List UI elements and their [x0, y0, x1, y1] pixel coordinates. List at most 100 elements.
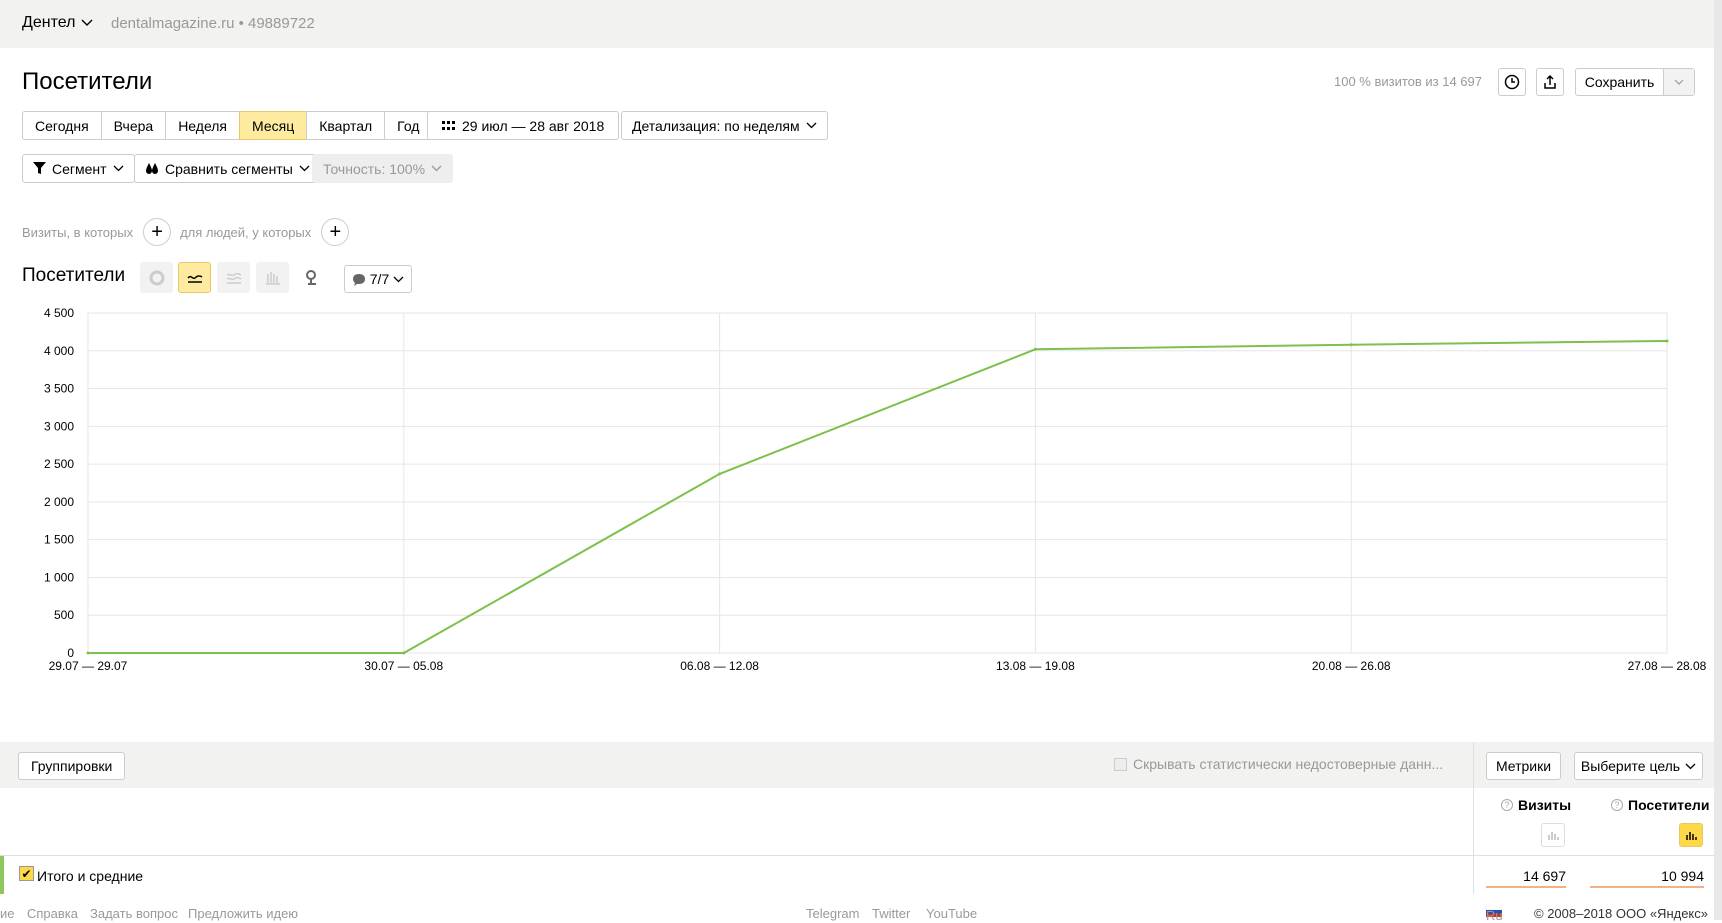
clock-icon [1504, 74, 1520, 90]
period-quarter[interactable]: Квартал [306, 111, 386, 140]
add-people-condition-button[interactable]: + [321, 218, 350, 246]
compare-segments-button[interactable]: Сравнить сегменты [134, 154, 321, 183]
visitors-chart-toggle[interactable] [1679, 823, 1703, 847]
groupings-button[interactable]: Группировки [18, 752, 126, 780]
period-week[interactable]: Неделя [165, 111, 241, 140]
date-range-picker[interactable]: 29 июл — 28 авг 2018 [427, 111, 620, 140]
page-title: Посетители [22, 68, 153, 95]
footer-link-twitter[interactable]: Twitter [872, 906, 910, 921]
map-button[interactable] [295, 262, 328, 293]
column-header-visitors[interactable]: ? Посетители [1611, 797, 1709, 813]
accuracy-label: Точность: 100% [323, 160, 426, 177]
chart-title: Посетители [22, 265, 126, 286]
save-dropdown-toggle[interactable] [1664, 69, 1694, 95]
history-button[interactable] [1498, 68, 1526, 96]
footer-link-youtube[interactable]: YouTube [926, 906, 977, 921]
y-tick-label: 4 000 [44, 344, 74, 358]
hide-unreliable-toggle[interactable]: Скрывать статистически недостоверные дан… [1114, 756, 1443, 772]
footer-link-ask[interactable]: Задать вопрос [90, 906, 178, 921]
x-tick-label: 06.08 — 12.08 [680, 659, 759, 673]
footer-link-idea[interactable]: Предложить идею [188, 906, 298, 921]
bar-chart-icon [265, 271, 280, 285]
visits-condition-label: Визиты, в которых [22, 224, 134, 240]
notes-count: 7/7 [369, 271, 390, 287]
period-yesterday[interactable]: Вчера [100, 111, 167, 140]
pie-chart-icon [149, 270, 164, 285]
visits-share-bar [1486, 886, 1566, 888]
y-tick-label: 1 500 [44, 533, 74, 547]
export-button[interactable] [1536, 68, 1564, 96]
area-chart-icon [226, 272, 241, 284]
footer-link-help[interactable]: Справка [27, 906, 78, 921]
column-visits-label: Визиты [1518, 797, 1572, 813]
language-selector[interactable]: Ru [1486, 906, 1503, 923]
line-chart-icon [186, 274, 202, 283]
top-bar: Дентел dentalmagazine.ru • 49889722 [0, 0, 1722, 48]
chevron-down-icon [1674, 79, 1684, 85]
period-year[interactable]: Год [384, 111, 433, 140]
data-point [1349, 343, 1353, 347]
accuracy-selector[interactable]: Точность: 100% [312, 154, 454, 183]
y-tick-label: 3 000 [44, 419, 74, 433]
y-tick-label: 2 000 [44, 495, 74, 509]
line-chart-button[interactable] [178, 262, 211, 293]
help-icon[interactable]: ? [1611, 799, 1623, 811]
filter-icon [33, 162, 46, 174]
bar-chart-button[interactable] [256, 262, 289, 293]
help-icon[interactable]: ? [1501, 799, 1513, 811]
site-domain: dentalmagazine.ru • 49889722 [111, 15, 315, 32]
chevron-down-icon [299, 165, 310, 172]
x-tick-label: 13.08 — 19.08 [996, 659, 1075, 673]
totals-checkbox[interactable]: ✔ [19, 866, 34, 881]
save-button[interactable]: Сохранить [1575, 68, 1695, 96]
add-visit-condition-button[interactable]: + [143, 218, 172, 246]
page-scrollbar[interactable] [1714, 0, 1722, 920]
y-tick-label: 0 [67, 646, 74, 660]
detail-label: Детализация: по неделям [632, 117, 800, 134]
footer-link-cut[interactable]: ие [0, 906, 15, 921]
y-tick-label: 4 500 [44, 306, 74, 320]
bar-chart-icon [1548, 832, 1559, 840]
period-month[interactable]: Месяц [239, 111, 308, 140]
data-point [86, 651, 90, 655]
speech-bubble-icon [352, 273, 365, 286]
totals-visits-value: 14 697 [1523, 868, 1566, 884]
pie-chart-button[interactable] [140, 262, 173, 293]
area-chart-button[interactable] [217, 262, 250, 293]
visitors-line-chart: 0 500 1 000 1 500 2 000 2 500 3 000 3 500 4 000 4… [44, 306, 1707, 673]
save-label: Сохранить [1576, 69, 1664, 95]
visits-chart-toggle[interactable] [1541, 823, 1565, 847]
x-tick-label: 20.08 — 26.08 [1312, 659, 1391, 673]
data-point [1033, 347, 1037, 351]
metrics-button[interactable]: Метрики [1486, 752, 1561, 780]
plot-area [87, 312, 1668, 654]
x-tick-label: 27.08 — 28.08 [1628, 659, 1707, 673]
data-point [1665, 339, 1669, 343]
notes-button[interactable]: 7/7 [344, 265, 412, 293]
share-icon [1544, 74, 1556, 89]
footer-link-telegram[interactable]: Telegram [806, 906, 859, 921]
x-tick-label: 29.07 — 29.07 [49, 659, 128, 673]
column-visitors-label: Посетители [1628, 797, 1710, 813]
segment-label: Сегмент [52, 160, 107, 177]
sample-share-info: 100 % визитов из 14 697 [1333, 74, 1482, 89]
x-tick-label: 30.07 — 05.08 [364, 659, 443, 673]
hide-unreliable-label: Скрывать статистически недостоверные дан… [1133, 756, 1444, 772]
date-range-label: 29 июл — 28 авг 2018 [462, 117, 605, 134]
row-color-marker [0, 856, 4, 894]
goal-selector[interactable]: Выберите цель [1574, 752, 1703, 780]
drops-icon [146, 163, 158, 174]
filter-conditions: Визиты, в которых + для людей, у которых… [22, 218, 358, 246]
people-condition-label: для людей, у которых [180, 224, 312, 240]
site-selector[interactable]: Дентел [22, 14, 93, 32]
hide-unreliable-checkbox[interactable] [1114, 757, 1127, 771]
period-today[interactable]: Сегодня [22, 111, 102, 140]
chevron-down-icon [806, 122, 817, 129]
goal-label: Выберите цель [1580, 758, 1681, 774]
bar-chart-icon [1686, 832, 1697, 840]
data-point [718, 472, 722, 476]
detail-selector[interactable]: Детализация: по неделям [621, 111, 828, 140]
column-header-visits[interactable]: ? Визиты [1501, 797, 1571, 813]
segment-button[interactable]: Сегмент [22, 154, 135, 183]
footer: ие Справка Задать вопрос Предложить идею… [0, 904, 1714, 923]
